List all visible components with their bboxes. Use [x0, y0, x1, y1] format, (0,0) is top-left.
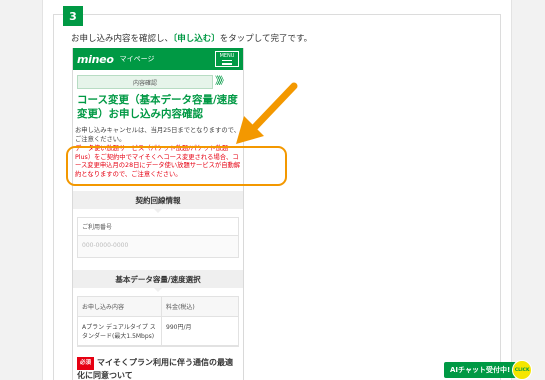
mypage-label: マイページ — [119, 55, 155, 63]
plan-section-title: 基本データ容量/速度選択 — [73, 270, 243, 292]
instruction-before: お申し込み内容を確認し、 — [71, 34, 174, 44]
step-number-badge: 3 — [63, 6, 83, 26]
step-instruction: お申し込み内容を確認し、〔申し込む〕をタップして完了です。 — [71, 32, 312, 44]
progress-label: 内容確認 — [77, 75, 213, 89]
ai-chat-button[interactable]: AIチャット受付中! CLICK — [444, 360, 541, 380]
cancel-note: お申し込みキャンセルは、当月25日までとなりますので、ご注意ください。 — [75, 127, 240, 143]
mineo-logo: mineo — [77, 52, 114, 66]
highlight-ring — [66, 146, 287, 186]
required-tag: 必須 — [77, 357, 95, 370]
instruction-after: をタップして完了です。 — [219, 34, 313, 44]
hamburger-icon — [222, 60, 232, 65]
contract-info-box: ご利用番号 000-0000-0000 — [77, 217, 239, 258]
usage-number-value: 000-0000-0000 — [78, 236, 238, 257]
consent-heading: 必須 マイそくプラン利用に伴う通信の最適化に同意ついて — [77, 357, 239, 380]
arrow-icon — [236, 82, 298, 144]
plan-row-content: Aプラン デュアルタイプ スタンダード(最大1.5Mbps) — [78, 317, 162, 346]
click-badge-icon: CLICK — [512, 360, 533, 380]
plan-table: お申し込み内容 料金(税込) Aプラン デュアルタイプ スタンダード(最大1.5… — [77, 296, 239, 347]
progress-step: 内容確認 》》》 — [77, 75, 239, 89]
menu-label: MENU — [219, 53, 235, 59]
consent-text: マイそくプラン利用に伴う通信の最適化に同意ついて — [77, 358, 234, 380]
mineo-header: mineo マイページ MENU — [73, 48, 243, 70]
plan-row-price: 990円/月 — [162, 317, 238, 346]
confirm-title: コース変更（基本データ容量/速度変更）お申し込み内容確認 — [77, 94, 238, 120]
ai-chat-label: AIチャット受付中! — [444, 362, 517, 378]
plan-header-price: 料金(税込) — [162, 297, 238, 317]
contract-section-title: 契約回線情報 — [73, 191, 243, 213]
plan-header-content: お申し込み内容 — [78, 297, 162, 317]
menu-button[interactable]: MENU — [215, 51, 239, 67]
usage-number-label: ご利用番号 — [78, 218, 238, 236]
phone-screenshot: mineo マイページ MENU 内容確認 》》》 コース変更（基本データ容量/… — [72, 48, 244, 380]
instruction-emphasis: 〔申し込む〕 — [173, 34, 220, 44]
